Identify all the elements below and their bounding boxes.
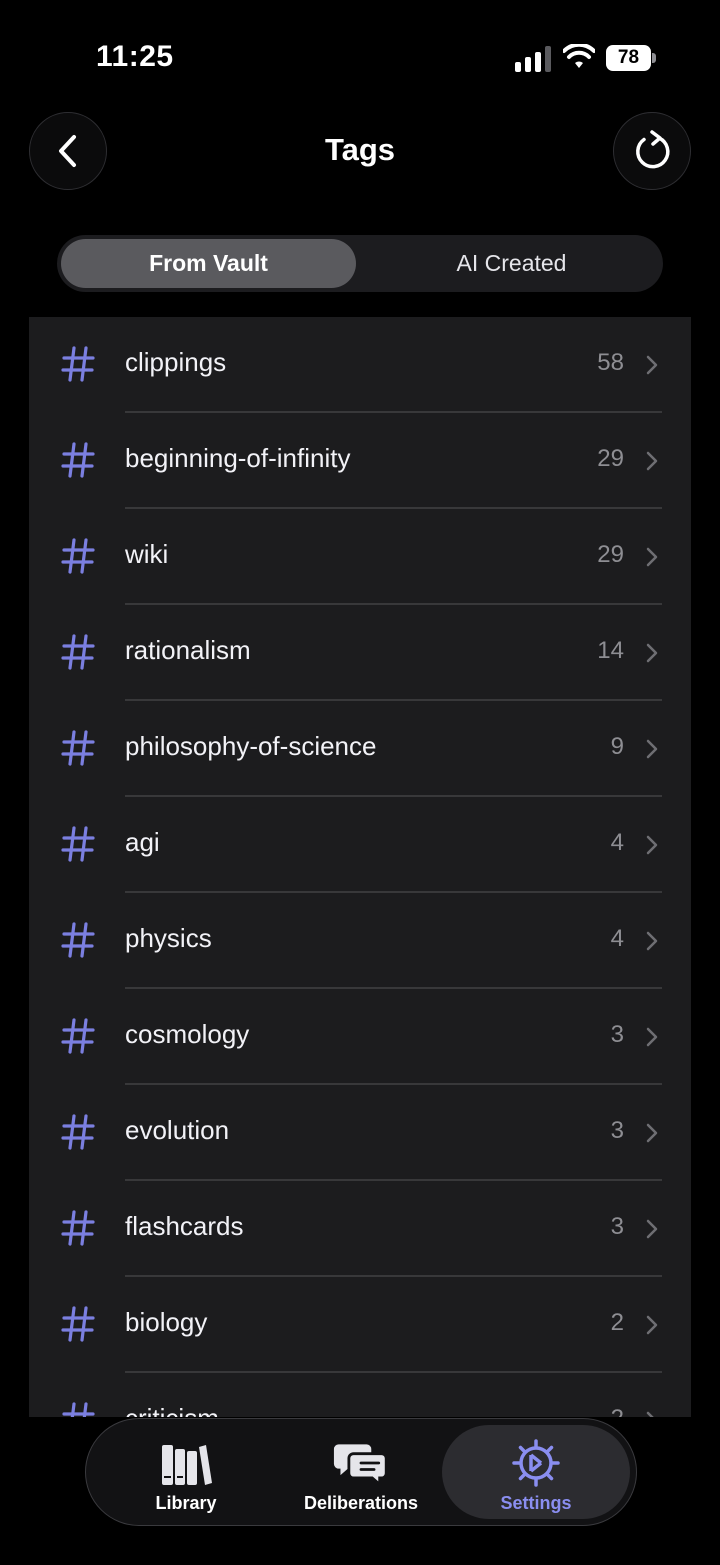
refresh-icon — [636, 130, 670, 169]
tag-name: beginning-of-infinity — [125, 443, 351, 473]
tag-name: cosmology — [125, 1019, 250, 1049]
tag-row[interactable]: agi 4 — [29, 797, 691, 893]
tag-count: 4 — [610, 829, 624, 856]
battery-level: 78 — [606, 45, 651, 71]
source-segmented-control: From Vault AI Created — [57, 235, 663, 292]
page-title: Tags — [324, 132, 396, 167]
tag-name: flashcards — [125, 1211, 244, 1241]
tag-row[interactable]: biology 2 — [29, 1277, 691, 1373]
tab-settings-label: Settings — [500, 1493, 572, 1513]
tag-count: 2 — [611, 1405, 624, 1417]
tag-count: 58 — [597, 349, 624, 376]
battery-icon: 78 — [606, 45, 656, 71]
hashtag-icon — [61, 1018, 95, 1054]
tag-name: philosophy-of-science — [125, 731, 377, 761]
tag-count: 3 — [610, 1213, 624, 1240]
hashtag-icon — [61, 1114, 95, 1150]
hashtag-icon — [61, 538, 95, 574]
tab-library[interactable]: Library — [126, 1425, 246, 1519]
tag-count: 4 — [610, 925, 624, 952]
tag-row[interactable]: cosmology 3 — [29, 989, 691, 1085]
gear-icon — [512, 1439, 560, 1487]
chevron-right-icon — [646, 739, 658, 759]
hashtag-icon — [61, 1306, 95, 1342]
chevron-right-icon — [646, 835, 658, 855]
tag-row[interactable]: criticism 2 — [29, 1373, 691, 1417]
tag-count: 3 — [610, 1117, 624, 1144]
hashtag-icon — [62, 1402, 95, 1417]
tag-row[interactable]: evolution 3 — [29, 1085, 691, 1181]
status-bar: 11:25 78 — [0, 0, 720, 100]
hashtag-icon — [61, 1210, 95, 1246]
tag-count: 9 — [610, 733, 624, 760]
tag-count: 3 — [610, 1021, 624, 1048]
hashtag-icon — [61, 922, 95, 958]
tab-deliberations[interactable]: Deliberations — [286, 1425, 436, 1519]
status-time: 11:25 — [96, 40, 174, 73]
tag-name: biology — [125, 1307, 208, 1337]
tag-name: physics — [125, 923, 212, 953]
tag-name: wiki — [125, 539, 169, 569]
tag-name: evolution — [125, 1115, 230, 1145]
tag-row[interactable]: flashcards 3 — [29, 1181, 691, 1277]
tag-count: 29 — [597, 445, 624, 472]
tag-name: agi — [125, 827, 160, 857]
tab-settings[interactable]: Settings — [442, 1425, 630, 1519]
tag-row[interactable]: clippings 58 — [29, 317, 691, 413]
chevron-right-icon — [646, 643, 658, 663]
chevron-right-icon — [646, 1219, 658, 1239]
chevron-right-icon — [646, 1411, 654, 1417]
tag-count: 29 — [597, 541, 624, 568]
battery-cap — [652, 53, 656, 63]
tag-row[interactable]: wiki 29 — [29, 509, 691, 605]
tag-row[interactable]: beginning-of-infinity 29 — [29, 413, 691, 509]
hashtag-icon — [61, 634, 95, 670]
tab-bar: Library Deliberations Settings — [85, 1418, 637, 1526]
tag-count: 2 — [610, 1309, 624, 1336]
cellular-signal-icon — [515, 46, 551, 72]
hashtag-icon — [61, 826, 95, 862]
chevron-right-icon — [646, 931, 658, 951]
tag-name: criticism — [125, 1403, 219, 1417]
tag-name: rationalism — [125, 635, 251, 665]
tag-name: clippings — [125, 347, 227, 377]
tab-library-label: Library — [155, 1493, 217, 1513]
hashtag-icon — [61, 442, 95, 478]
segment-ai-created[interactable]: AI Created — [364, 239, 659, 288]
tag-list: clippings 58 beginning-of-infinity 29 wiki 29… — [29, 317, 691, 1417]
chat-bubbles-icon — [333, 1444, 388, 1488]
books-icon — [162, 1445, 212, 1485]
tag-row[interactable]: physics 4 — [29, 893, 691, 989]
refresh-button[interactable] — [613, 112, 691, 190]
hashtag-icon — [61, 346, 95, 382]
chevron-right-icon — [646, 355, 658, 375]
tag-row[interactable]: philosophy-of-science 9 — [29, 701, 691, 797]
chevron-right-icon — [646, 1315, 658, 1335]
tab-deliberations-label: Deliberations — [303, 1493, 419, 1513]
chevron-right-icon — [646, 1027, 658, 1047]
chevron-right-icon — [646, 451, 658, 471]
wifi-icon — [563, 44, 595, 68]
hashtag-icon — [61, 730, 95, 766]
segment-from-vault[interactable]: From Vault — [61, 239, 356, 288]
chevron-right-icon — [646, 547, 658, 567]
tag-row[interactable]: rationalism 14 — [29, 605, 691, 701]
chevron-right-icon — [646, 1123, 658, 1143]
tag-count: 14 — [597, 637, 624, 664]
